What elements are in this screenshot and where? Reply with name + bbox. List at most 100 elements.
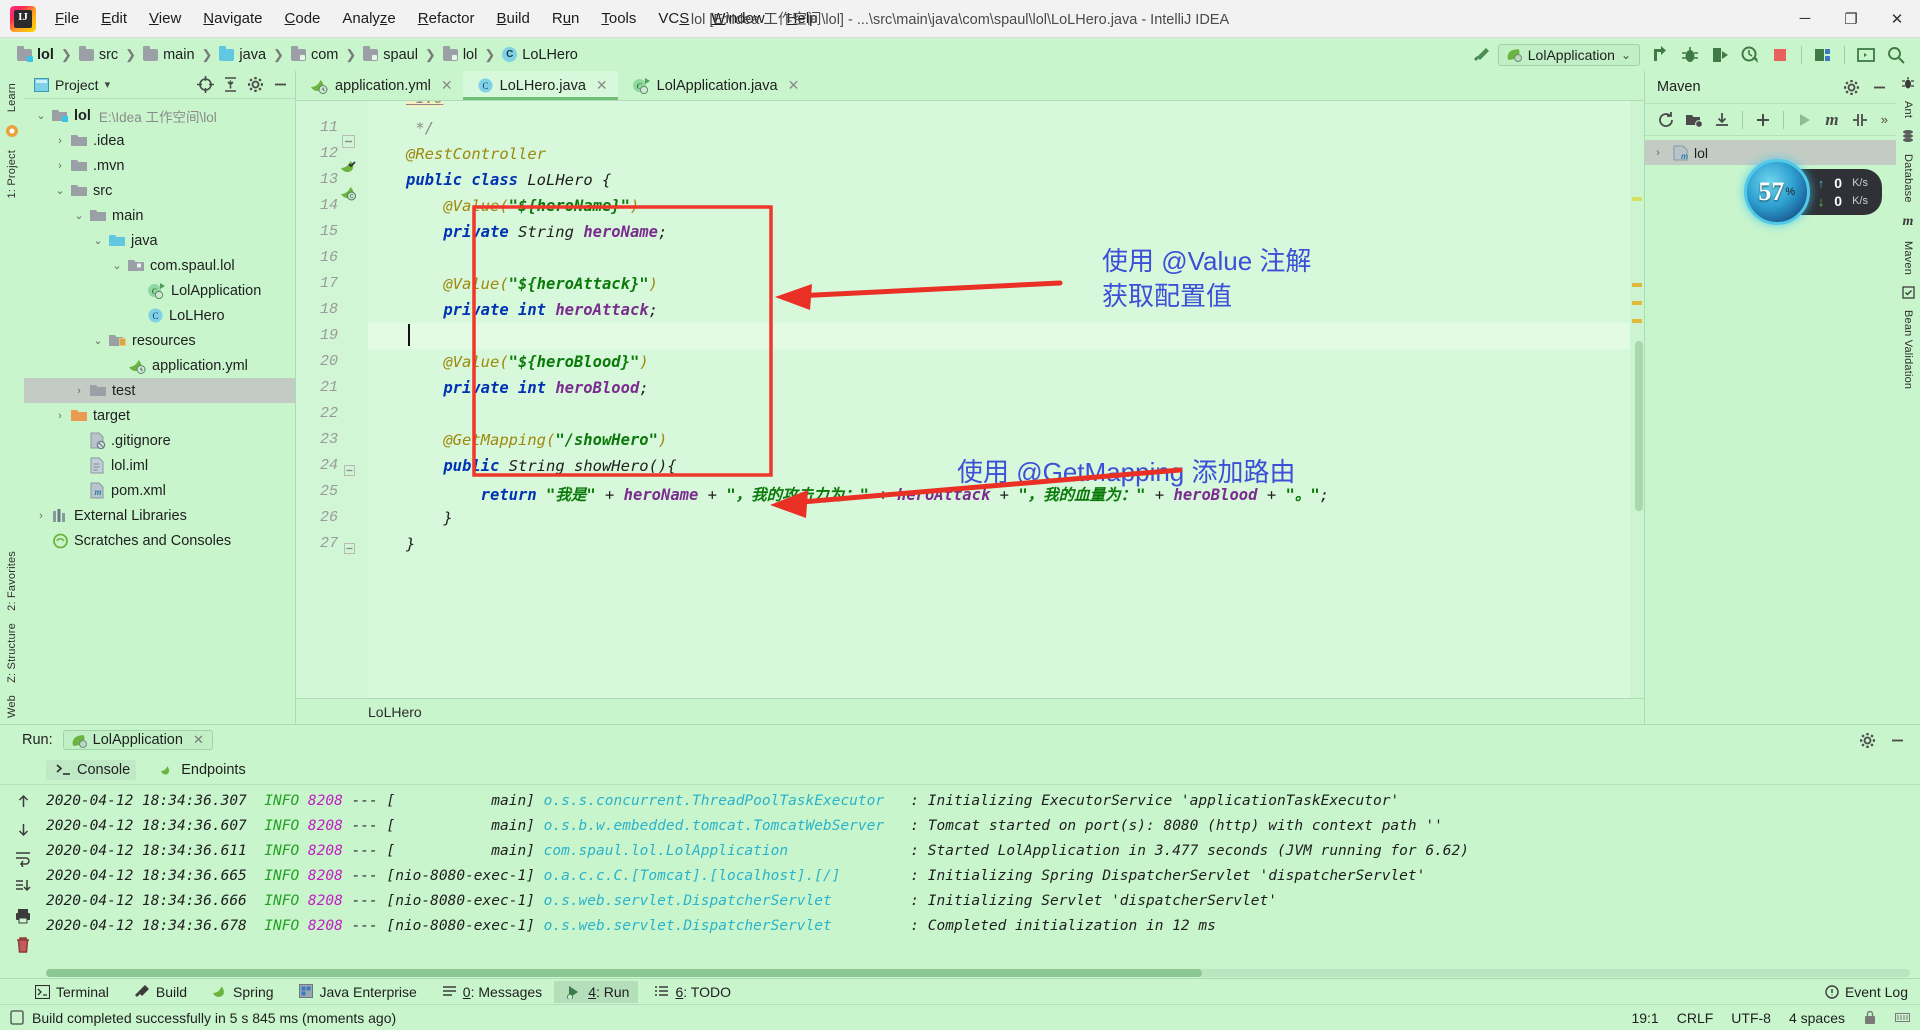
source-line[interactable]: @Value("${heroAttack}") xyxy=(406,275,658,293)
source-line[interactable]: private String heroName; xyxy=(406,223,667,241)
menu-item-view[interactable]: View xyxy=(138,6,192,31)
tool-strip-item-web[interactable]: Web xyxy=(6,689,18,724)
debug-button[interactable] xyxy=(1676,42,1704,68)
maven-m-icon[interactable]: m xyxy=(1819,107,1845,133)
tree-row-pom-xml[interactable]: m pom.xml xyxy=(24,478,295,503)
soft-wrap-icon[interactable] xyxy=(14,849,32,867)
chevron-down-icon[interactable]: ⌄ xyxy=(91,234,105,248)
tool-strip-item-learn[interactable]: Learn xyxy=(6,77,18,118)
source-line[interactable]: private int heroAttack; xyxy=(406,301,658,319)
tool-window-button-0-messages[interactable]: 0: Messages xyxy=(429,981,551,1003)
source-line[interactable]: public class LoLHero { xyxy=(406,171,611,189)
hide-panel-icon[interactable] xyxy=(269,74,291,96)
menu-item-navigate[interactable]: Navigate xyxy=(192,6,273,31)
memory-indicator-icon[interactable] xyxy=(1895,1011,1910,1024)
tree-row-external-libraries[interactable]: › External Libraries xyxy=(24,503,295,528)
source-line[interactable]: private int heroBlood; xyxy=(406,379,648,397)
run-configuration-selector[interactable]: LolApplication ⌄ xyxy=(1497,43,1640,66)
file-encoding[interactable]: UTF-8 xyxy=(1731,1010,1771,1026)
breadcrumb-com[interactable]: com xyxy=(288,45,341,65)
profile-button[interactable] xyxy=(1736,42,1764,68)
tool-window-button-build[interactable]: Build xyxy=(121,981,196,1003)
tree-row-application-yml[interactable]: application.yml xyxy=(24,353,295,378)
editor-tab-application-yml[interactable]: application.yml ✕ xyxy=(296,71,463,100)
caret-position[interactable]: 19:1 xyxy=(1631,1010,1658,1026)
tool-window-button-spring[interactable]: Spring xyxy=(199,981,282,1003)
event-log-area[interactable]: Event Log xyxy=(1825,984,1920,1000)
tool-window-button-java-enterprise[interactable]: Java Enterprise xyxy=(286,981,426,1003)
event-log-label[interactable]: Event Log xyxy=(1845,984,1908,1000)
spring-bean-gutter-icon[interactable] xyxy=(340,159,356,175)
tool-window-button-6-todo[interactable]: 6: TODO xyxy=(641,981,740,1003)
tree-row-src[interactable]: ⌄ src xyxy=(24,178,295,203)
tool-strip-item-project[interactable]: 1: Project xyxy=(6,144,18,204)
tree-row-lolhero[interactable]: C LoLHero xyxy=(24,303,295,328)
scroll-to-end-icon[interactable] xyxy=(14,878,32,896)
tool-window-bar[interactable]: Terminal Build Spring Java Enterprise 0: Mes… xyxy=(0,978,1920,1004)
tool-strip-item-structure[interactable]: Z: Structure xyxy=(6,617,18,689)
menu-item-tools[interactable]: Tools xyxy=(590,6,647,31)
chevron-down-icon[interactable]: ⌄ xyxy=(110,259,124,273)
menu-item-build[interactable]: Build xyxy=(485,6,540,31)
console-output[interactable]: 2020-04-12 18:34:36.307 INFO 8208 --- [ … xyxy=(46,785,1920,978)
spring-controller-gutter-icon[interactable]: C xyxy=(340,185,356,201)
run-with-coverage-button[interactable] xyxy=(1706,42,1734,68)
tree-row-target[interactable]: › target xyxy=(24,403,295,428)
build-hammer-icon[interactable] xyxy=(1468,42,1496,68)
source-line[interactable]: @Value("${heroName}") xyxy=(406,197,639,215)
breadcrumb-spaul[interactable]: spaul xyxy=(360,45,421,65)
tree-row-resources[interactable]: ⌄ resources xyxy=(24,328,295,353)
fold-marker-icon[interactable] xyxy=(342,135,355,148)
editor-scrollbar-thumb[interactable] xyxy=(1635,341,1643,511)
download-sources-icon[interactable] xyxy=(1709,107,1735,133)
fold-marker-icon[interactable] xyxy=(344,465,355,476)
chevron-right-icon[interactable]: › xyxy=(53,159,67,173)
menu-item-edit[interactable]: Edit xyxy=(90,6,138,31)
project-file-tree[interactable]: ⌄ lol E:\Idea 工作空间\lol › .idea › .mvn ⌄ src ⌄ main… xyxy=(24,99,295,724)
menu-item-refactor[interactable]: Refactor xyxy=(407,6,486,31)
tool-strip-item-database[interactable]: Database xyxy=(1902,148,1914,209)
menu-item-help[interactable]: Help xyxy=(776,6,829,31)
maven-toolbar-more[interactable]: » xyxy=(1881,112,1888,127)
tree-row-lol-iml[interactable]: lol.iml xyxy=(24,453,295,478)
source-line[interactable]: public String showHero(){ xyxy=(406,457,676,475)
execute-goal-icon[interactable] xyxy=(1791,107,1817,133)
tree-row-lol[interactable]: ⌄ lol E:\Idea 工作空间\lol xyxy=(24,103,295,128)
tool-strip-item-favorites[interactable]: 2: Favorites xyxy=(6,545,18,617)
terminal-window-icon[interactable] xyxy=(1852,42,1880,68)
chevron-right-icon[interactable]: › xyxy=(53,134,67,148)
editor-tab-bar[interactable]: application.yml ✕ C LoLHero.java ✕ C LolApplic… xyxy=(296,71,1644,101)
source-line[interactable]: } xyxy=(406,509,452,527)
toggle-offline-icon[interactable] xyxy=(1847,107,1873,133)
tool-strip-item-ant[interactable]: Ant xyxy=(1902,95,1914,124)
chevron-right-icon[interactable]: › xyxy=(72,384,86,398)
warning-marker[interactable] xyxy=(1632,197,1642,201)
menu-item-window[interactable]: Window xyxy=(700,6,775,31)
lock-icon[interactable] xyxy=(1863,1010,1877,1025)
hide-panel-icon[interactable] xyxy=(1866,74,1892,100)
editor-marker-bar[interactable] xyxy=(1630,101,1644,698)
gear-icon[interactable] xyxy=(1838,74,1864,100)
chevron-down-icon[interactable]: ▾ xyxy=(105,78,111,91)
close-icon[interactable]: ✕ xyxy=(596,77,608,94)
chevron-right-icon[interactable]: › xyxy=(53,409,67,423)
minimize-button[interactable]: ─ xyxy=(1782,0,1828,38)
editor-tab-lolapplication-java[interactable]: C LolApplication.java ✕ xyxy=(618,71,810,100)
tree-row--mvn[interactable]: › .mvn xyxy=(24,153,295,178)
run-subtab-endpoints[interactable]: Endpoints xyxy=(150,760,252,780)
close-icon[interactable]: ✕ xyxy=(193,732,204,748)
run-button[interactable] xyxy=(1646,42,1674,68)
breadcrumb-lolhero-class[interactable]: C LoLHero xyxy=(499,45,581,65)
tree-row-java[interactable]: ⌄ java xyxy=(24,228,295,253)
breadcrumb-lol-package[interactable]: lol xyxy=(440,45,481,65)
up-arrow-icon[interactable] xyxy=(15,793,32,810)
tree-row--gitignore[interactable]: .gitignore xyxy=(24,428,295,453)
search-icon[interactable] xyxy=(1882,42,1910,68)
close-button[interactable]: ✕ xyxy=(1874,0,1920,38)
chevron-down-icon[interactable]: ⌄ xyxy=(91,334,105,348)
breadcrumb-src[interactable]: src xyxy=(76,45,121,65)
run-configuration-tab[interactable]: LolApplication ✕ xyxy=(62,730,213,750)
down-arrow-icon[interactable] xyxy=(15,821,32,838)
delete-icon[interactable] xyxy=(14,936,32,954)
menu-item-vcs[interactable]: VCS xyxy=(647,6,700,31)
